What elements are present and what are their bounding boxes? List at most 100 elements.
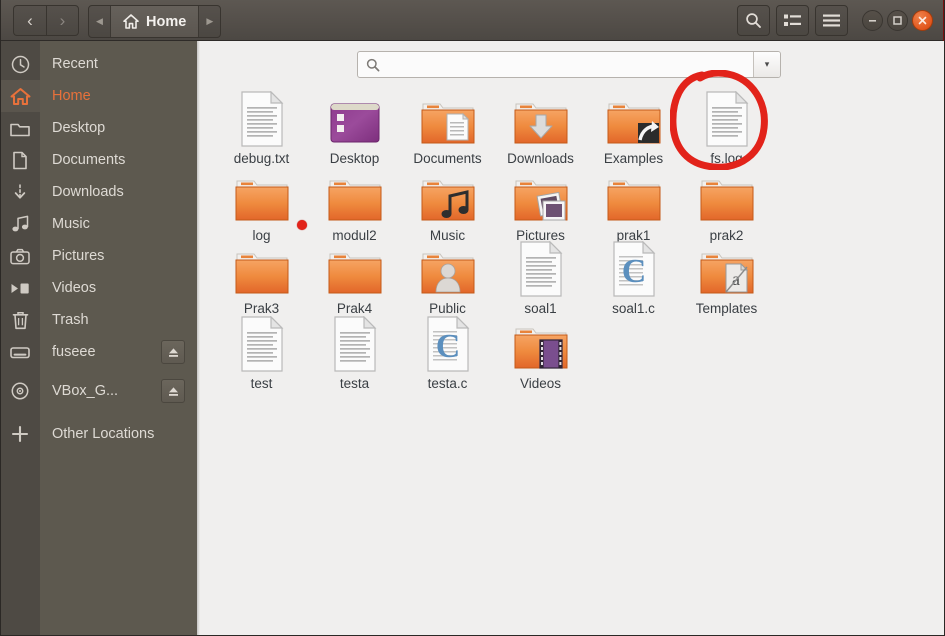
file-item[interactable]: Desktop — [308, 89, 401, 167]
file-item[interactable]: modul2 — [308, 166, 401, 244]
file-item[interactable]: prak2 — [680, 166, 773, 244]
file-icon-folder — [308, 239, 401, 297]
file-label: Documents — [413, 151, 482, 166]
eject-button[interactable] — [161, 340, 185, 364]
breadcrumb-home-label: Home — [146, 13, 187, 30]
sidebar-item-recent[interactable]: Recent — [0, 48, 197, 80]
file-item[interactable]: Examples — [587, 89, 680, 167]
chevron-right-icon: › — [59, 11, 66, 30]
chevron-left-icon: ‹ — [27, 11, 33, 30]
file-icon-folder-desktop — [308, 89, 401, 147]
file-item[interactable]: Documents — [401, 89, 494, 167]
sidebar-item-trash[interactable]: Trash — [0, 304, 197, 336]
sidebar-item-desktop[interactable]: Desktop — [0, 112, 197, 144]
eject-icon — [168, 347, 178, 357]
trash-icon — [0, 304, 40, 336]
file-item[interactable]: fs.log — [680, 89, 773, 167]
breadcrumb-scroll-left[interactable]: ◀ — [89, 6, 110, 37]
sidebar-item-label: Documents — [52, 152, 126, 168]
sidebar-item-label: fuseee — [52, 344, 96, 360]
eject-icon — [168, 386, 178, 396]
minimize-icon — [869, 20, 876, 22]
minimize-button[interactable] — [862, 10, 883, 31]
search-button[interactable] — [737, 5, 770, 36]
file-icon-folder-music — [401, 166, 494, 224]
search-input[interactable] — [388, 57, 753, 72]
file-label: Desktop — [329, 151, 380, 166]
camera-icon — [0, 240, 40, 272]
sidebar-item-documents[interactable]: Documents — [0, 144, 197, 176]
home-icon — [123, 14, 139, 29]
file-item[interactable]: Videos — [494, 314, 587, 392]
file-item[interactable]: Prak4 — [308, 239, 401, 317]
file-icon-folder — [680, 166, 773, 224]
file-icon-c-file: C — [401, 314, 494, 372]
file-item[interactable]: C soal1.c — [587, 239, 680, 317]
search-icon — [358, 58, 388, 72]
file-item[interactable]: Music — [401, 166, 494, 244]
clock-icon — [0, 48, 40, 80]
back-button[interactable]: ‹ — [13, 5, 46, 36]
file-item[interactable]: Downloads — [494, 89, 587, 167]
sidebar-item-music[interactable]: Music — [0, 208, 197, 240]
file-label: soal1.c — [612, 301, 655, 316]
file-icon-folder-pictures — [494, 166, 587, 224]
file-item[interactable]: prak1 — [587, 166, 680, 244]
search-dropdown-button[interactable]: ▾ — [753, 52, 780, 77]
file-item[interactable]: Prak3 — [215, 239, 308, 317]
document-icon — [0, 144, 40, 176]
file-label: debug.txt — [233, 151, 290, 166]
plus-icon — [0, 418, 40, 450]
forward-button[interactable]: › — [46, 5, 79, 36]
header-bar: ‹ › ◀ Home ▶ — [0, 0, 945, 41]
close-button[interactable] — [912, 10, 933, 31]
file-label: test — [250, 376, 273, 391]
sidebar-item-label: Downloads — [52, 184, 124, 200]
annotation-dot — [297, 220, 307, 230]
sidebar-item-videos[interactable]: Videos — [0, 272, 197, 304]
view-toggle-button[interactable] — [776, 5, 809, 36]
file-icon-c-file: C — [587, 239, 680, 297]
file-item[interactable]: a Templates — [680, 239, 773, 317]
breadcrumb: ◀ Home ▶ — [88, 5, 222, 38]
sidebar-item-label: Music — [52, 216, 90, 232]
file-label: Templates — [695, 301, 758, 316]
file-item[interactable]: Pictures — [494, 166, 587, 244]
music-icon — [0, 208, 40, 240]
location-search-bar[interactable]: ▾ — [357, 51, 781, 78]
sidebar-item-label: Other Locations — [52, 426, 155, 442]
file-icon-folder — [308, 166, 401, 224]
file-item[interactable]: testa — [308, 314, 401, 392]
file-label: testa.c — [427, 376, 468, 391]
file-item[interactable]: debug.txt — [215, 89, 308, 167]
video-icon — [0, 272, 40, 304]
sidebar-item-label: Home — [52, 88, 91, 104]
file-icon-folder-templates: a — [680, 239, 773, 297]
sidebar-item-other-locations[interactable]: Other Locations — [0, 418, 197, 450]
maximize-button[interactable] — [887, 10, 908, 31]
file-icon-text-file — [215, 89, 308, 147]
file-item[interactable]: C testa.c — [401, 314, 494, 392]
eject-button[interactable] — [161, 379, 185, 403]
breadcrumb-item-home[interactable]: Home — [110, 6, 200, 37]
file-icon-folder-public — [401, 239, 494, 297]
breadcrumb-scroll-right[interactable]: ▶ — [199, 6, 220, 37]
sidebar-item-pictures[interactable]: Pictures — [0, 240, 197, 272]
file-item[interactable]: soal1 — [494, 239, 587, 317]
file-item[interactable]: Public — [401, 239, 494, 317]
download-icon — [0, 176, 40, 208]
menu-button[interactable] — [815, 5, 848, 36]
sidebar-item-downloads[interactable]: Downloads — [0, 176, 197, 208]
sidebar-item-label: Desktop — [52, 120, 106, 136]
sidebar-item-fuseee[interactable]: fuseee — [0, 336, 197, 368]
file-icon-folder-videos — [494, 314, 587, 372]
svg-text:C: C — [621, 253, 646, 290]
file-icon-folder-downloads — [494, 89, 587, 147]
sidebar-item-vbox-g[interactable]: VBox_G... — [0, 375, 197, 407]
home-icon — [0, 80, 40, 112]
file-item[interactable]: test — [215, 314, 308, 392]
sidebar-item-home[interactable]: Home — [0, 80, 197, 112]
file-item[interactable]: log — [215, 166, 308, 244]
svg-text:C: C — [435, 328, 460, 365]
sidebar-item-label: VBox_G... — [52, 383, 119, 399]
